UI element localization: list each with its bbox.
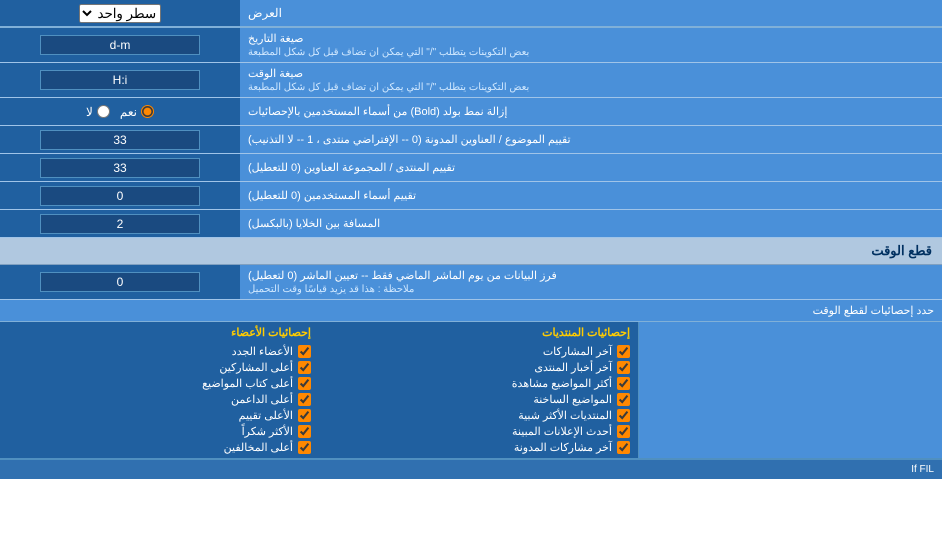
checkbox-item: المواضيع الساخنة: [327, 393, 630, 406]
cell-spacing-row: المسافة بين الخلايا (بالبكسل): [0, 210, 942, 238]
time-format-label: صيغة الوقت بعض التكوينات يتطلب "/" التي …: [240, 63, 942, 97]
checkbox-hot-topics[interactable]: [617, 393, 630, 406]
time-format-input-cell[interactable]: [0, 63, 240, 97]
header-label: العرض: [240, 0, 942, 26]
checkbox-item: الأعلى تقييم: [8, 409, 311, 422]
remove-bold-radio-cell[interactable]: نعم لا: [0, 98, 240, 125]
checkbox-item: أعلى المشاركين: [8, 361, 311, 374]
date-format-row: صيغة التاريخ بعض التكوينات يتطلب "/" الت…: [0, 28, 942, 63]
checkbox-item: الأكثر شكراً: [8, 425, 311, 438]
checkbox-blog-posts[interactable]: [617, 441, 630, 454]
checkbox-most-thanks[interactable]: [298, 425, 311, 438]
checkbox-item: أحدث الإعلانات المبينة: [327, 425, 630, 438]
filter-input[interactable]: [40, 272, 200, 292]
checkbox-item: آخر مشاركات المدونة: [327, 441, 630, 454]
forum-titles-input[interactable]: [40, 158, 200, 178]
checkbox-forum-news[interactable]: [617, 361, 630, 374]
checkbox-top-supporters[interactable]: [298, 393, 311, 406]
checkbox-top-rated[interactable]: [298, 409, 311, 422]
date-format-label: صيغة التاريخ بعض التكوينات يتطلب "/" الت…: [240, 28, 942, 62]
checkbox-top-writers[interactable]: [298, 377, 311, 390]
cell-spacing-input-cell[interactable]: [0, 210, 240, 237]
checkbox-item: أعلى المخالفين: [8, 441, 311, 454]
cell-spacing-input[interactable]: [40, 214, 200, 234]
forum-stats-col: إحصائيات المنتديات آخر المشاركات آخر أخب…: [319, 322, 639, 458]
checkbox-item: أعلى الداعمن: [8, 393, 311, 406]
radio-yes[interactable]: [141, 105, 154, 118]
checkbox-item: المنتديات الأكثر شبية: [327, 409, 630, 422]
forum-stats-header: إحصائيات المنتديات: [327, 326, 630, 339]
cut-time-header: قطع الوقت: [0, 238, 942, 265]
checkbox-most-viewed[interactable]: [617, 377, 630, 390]
limit-row: حدد إحصائيات لقطع الوقت: [0, 300, 942, 322]
forum-titles-row: تقييم المنتدى / المجموعة العناوين (0 للت…: [0, 154, 942, 182]
date-format-input-cell[interactable]: [0, 28, 240, 62]
checkbox-last-posts[interactable]: [617, 345, 630, 358]
filter-label: فرز البيانات من يوم الماشر الماضي فقط --…: [240, 265, 942, 299]
checkbox-new-members[interactable]: [298, 345, 311, 358]
remove-bold-row: إزالة نمط بولد (Bold) من أسماء المستخدمي…: [0, 98, 942, 126]
time-format-input[interactable]: [40, 70, 200, 90]
filter-row: فرز البيانات من يوم الماشر الماضي فقط --…: [0, 265, 942, 300]
radio-yes-label[interactable]: نعم: [120, 105, 154, 119]
usernames-row: تقييم أسماء المستخدمين (0 للتعطيل): [0, 182, 942, 210]
member-stats-col: إحصائيات الأعضاء الأعضاء الجدد أعلى المش…: [0, 322, 319, 458]
radio-no[interactable]: [97, 105, 110, 118]
checkbox-item: أعلى كتاب المواضيع: [8, 377, 311, 390]
subject-titles-row: تقييم الموضوع / العناوين المدونة (0 -- ا…: [0, 126, 942, 154]
radio-no-label[interactable]: لا: [86, 105, 110, 119]
checkbox-top-posters[interactable]: [298, 361, 311, 374]
checkbox-item: آخر المشاركات: [327, 345, 630, 358]
time-format-row: صيغة الوقت بعض التكوينات يتطلب "/" التي …: [0, 63, 942, 98]
checkboxes-section: إحصائيات المنتديات آخر المشاركات آخر أخب…: [0, 322, 942, 459]
checkbox-announcements[interactable]: [617, 425, 630, 438]
forum-titles-label: تقييم المنتدى / المجموعة العناوين (0 للت…: [240, 154, 942, 181]
checkbox-most-similar[interactable]: [617, 409, 630, 422]
usernames-input-cell[interactable]: [0, 182, 240, 209]
checkbox-item: آخر أخبار المنتدى: [327, 361, 630, 374]
member-stats-header: إحصائيات الأعضاء: [8, 326, 311, 339]
checkbox-item: أكثر المواضيع مشاهدة: [327, 377, 630, 390]
checkbox-top-violators[interactable]: [298, 441, 311, 454]
display-select[interactable]: سطر واحد سطرين ثلاثة أسطر: [79, 4, 161, 23]
date-format-input[interactable]: [40, 35, 200, 55]
forum-titles-input-cell[interactable]: [0, 154, 240, 181]
subject-titles-input[interactable]: [40, 130, 200, 150]
remove-bold-label: إزالة نمط بولد (Bold) من أسماء المستخدمي…: [240, 98, 942, 125]
usernames-label: تقييم أسماء المستخدمين (0 للتعطيل): [240, 182, 942, 209]
bottom-note: If FIL: [0, 459, 942, 479]
usernames-input[interactable]: [40, 186, 200, 206]
subject-titles-label: تقييم الموضوع / العناوين المدونة (0 -- ا…: [240, 126, 942, 153]
remove-bold-radio-group: نعم لا: [86, 105, 154, 119]
header-dropdown-cell[interactable]: سطر واحد سطرين ثلاثة أسطر: [0, 0, 240, 26]
filter-input-cell[interactable]: [0, 265, 240, 299]
cell-spacing-label: المسافة بين الخلايا (بالبكسل): [240, 210, 942, 237]
checkbox-item: الأعضاء الجدد: [8, 345, 311, 358]
subject-titles-input-cell[interactable]: [0, 126, 240, 153]
